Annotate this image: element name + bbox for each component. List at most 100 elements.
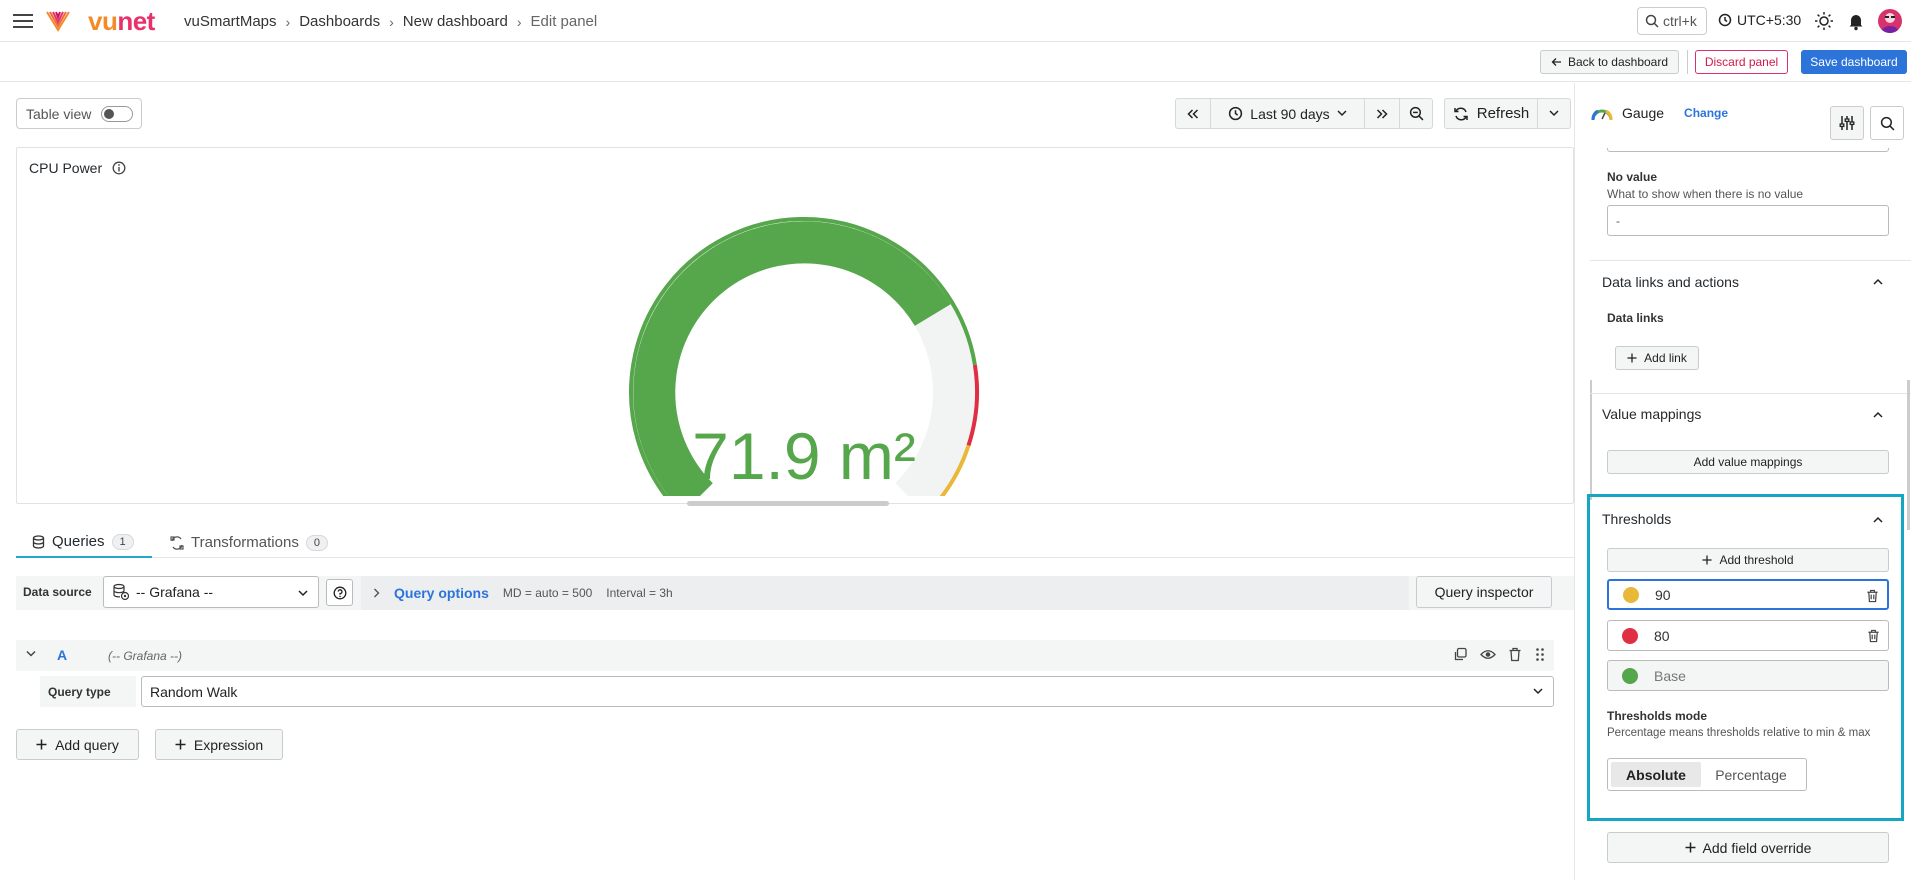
refresh-button[interactable]: Refresh: [1445, 99, 1538, 128]
options-filter-button[interactable]: [1830, 106, 1864, 140]
add-expression-label: Expression: [193, 736, 264, 753]
transform-icon: [170, 535, 184, 550]
table-view-toggle[interactable]: Table view: [16, 98, 142, 129]
chevron-up-icon[interactable]: [1873, 278, 1883, 285]
gauge-chart: 71.9 m²: [629, 217, 979, 496]
thresholds-section-title[interactable]: Thresholds: [1602, 511, 1671, 527]
tab-queries[interactable]: Queries 1: [16, 527, 152, 558]
brand-logo-part: net: [117, 6, 155, 36]
add-expression-button[interactable]: Expression: [155, 729, 283, 760]
zoom-out-button[interactable]: [1400, 99, 1432, 128]
query-options-toggle[interactable]: Query options MD = auto = 500 Interval =…: [361, 576, 1409, 610]
threshold-row-base: Base: [1607, 660, 1889, 691]
options-pane-scrollbar-left[interactable]: [1590, 380, 1592, 500]
trash-icon[interactable]: [1866, 589, 1879, 603]
query-options-interval: Interval = 3h: [606, 586, 673, 600]
query-name[interactable]: A: [57, 647, 67, 663]
chevron-right-icon: ›: [389, 13, 394, 30]
divider: [1590, 260, 1911, 261]
query-type-select[interactable]: Random Walk: [141, 676, 1554, 707]
search-icon: [1880, 116, 1894, 130]
refresh-group: Refresh: [1444, 98, 1571, 129]
no-value-description: What to show when there is no value: [1607, 187, 1804, 201]
tab-transformations[interactable]: Transformations 0: [170, 527, 328, 558]
double-chevron-right-icon: [1376, 108, 1388, 119]
threshold-value[interactable]: 90: [1655, 587, 1671, 603]
double-chevron-left-icon: [1187, 108, 1199, 119]
save-dashboard-button[interactable]: Save dashboard: [1801, 50, 1907, 74]
theme-toggle-sun-icon[interactable]: [1814, 11, 1834, 31]
discard-panel-button[interactable]: Discard panel: [1695, 50, 1788, 74]
divider: [1687, 50, 1688, 74]
no-value-input[interactable]: -: [1607, 205, 1889, 236]
add-value-mappings-button[interactable]: Add value mappings: [1607, 450, 1889, 474]
breadcrumb-item[interactable]: Dashboards: [299, 13, 380, 30]
eye-icon[interactable]: [1480, 647, 1496, 662]
menu-icon[interactable]: [12, 12, 34, 30]
question-circle-icon: [333, 586, 346, 599]
add-threshold-button[interactable]: Add threshold: [1607, 548, 1889, 572]
time-picker-group: Last 90 days: [1175, 98, 1433, 129]
thresholds-mode-percentage[interactable]: Percentage: [1701, 762, 1801, 787]
chevron-down-icon: [1533, 688, 1543, 695]
timezone-indicator[interactable]: UTC+5:30: [1718, 12, 1801, 28]
time-shift-back-button[interactable]: [1176, 99, 1211, 128]
search-shortcut: ctrl+k: [1663, 13, 1697, 29]
trash-icon[interactable]: [1508, 647, 1522, 662]
data-links-section-title[interactable]: Data links and actions: [1602, 274, 1739, 290]
breadcrumb: vuSmartMaps › Dashboards › New dashboard…: [184, 13, 597, 30]
time-range-picker[interactable]: Last 90 days: [1211, 99, 1365, 128]
trash-icon[interactable]: [1867, 629, 1880, 643]
table-view-switch[interactable]: [101, 105, 134, 122]
refresh-interval-dropdown[interactable]: [1538, 99, 1570, 128]
chevron-up-icon[interactable]: [1873, 411, 1883, 418]
previous-input-edge: [1607, 148, 1889, 152]
back-to-dashboard-button[interactable]: Back to dashboard: [1540, 50, 1679, 74]
vunet-logo-icon[interactable]: [44, 8, 72, 34]
query-options-title: Query options: [394, 585, 489, 601]
query-type-label: Query type: [40, 676, 136, 707]
datasource-select[interactable]: -- Grafana --: [103, 576, 319, 608]
threshold-value[interactable]: 80: [1654, 628, 1670, 644]
info-icon[interactable]: [112, 161, 126, 175]
thresholds-mode-absolute[interactable]: Absolute: [1611, 762, 1701, 787]
drag-handle-icon[interactable]: [1534, 647, 1546, 662]
add-field-override-button[interactable]: Add field override: [1607, 832, 1889, 863]
breadcrumb-item[interactable]: New dashboard: [403, 13, 508, 30]
query-inspector-button[interactable]: Query inspector: [1416, 576, 1552, 608]
change-visualization-link[interactable]: Change: [1684, 106, 1728, 120]
zoom-out-icon: [1409, 106, 1423, 121]
options-search-button[interactable]: [1870, 106, 1904, 140]
search-button[interactable]: ctrl+k: [1637, 7, 1707, 35]
collapse-chevron-icon[interactable]: [26, 650, 36, 658]
add-query-button[interactable]: Add query: [16, 729, 139, 760]
bell-icon[interactable]: [1846, 11, 1866, 31]
chevron-up-icon[interactable]: [1873, 516, 1883, 523]
arrow-left-icon: [1551, 58, 1561, 66]
thresholds-mode-radio: Absolute Percentage: [1607, 758, 1807, 791]
threshold-row-80[interactable]: 80: [1607, 620, 1889, 651]
panel-resize-handle[interactable]: [687, 501, 889, 506]
avatar[interactable]: [1878, 9, 1902, 33]
value-mappings-section-title[interactable]: Value mappings: [1602, 406, 1701, 422]
threshold-row-90[interactable]: 90: [1607, 579, 1889, 610]
breadcrumb-item[interactable]: vuSmartMaps: [184, 13, 277, 30]
chevron-down-icon: [298, 590, 308, 597]
time-shift-forward-button[interactable]: [1365, 99, 1400, 128]
datasource-help-button[interactable]: [326, 579, 353, 606]
plus-icon: [175, 739, 186, 750]
plus-icon: [36, 739, 47, 750]
refresh-label: Refresh: [1476, 105, 1530, 122]
thresholds-mode-description: Percentage means thresholds relative to …: [1607, 727, 1871, 739]
threshold-color-swatch[interactable]: [1622, 627, 1638, 644]
tab-queries-count: 1: [111, 533, 134, 550]
options-pane-scrollbar[interactable]: [1907, 380, 1910, 530]
brand-logo[interactable]: vunet: [88, 6, 155, 36]
add-link-button[interactable]: Add link: [1615, 346, 1699, 370]
threshold-color-swatch[interactable]: [1623, 586, 1639, 603]
duplicate-icon[interactable]: [1453, 647, 1468, 662]
divider: [1590, 393, 1911, 394]
query-tabs: Queries 1 Transformations 0: [16, 527, 1574, 558]
plus-icon: [1702, 555, 1713, 565]
threshold-color-swatch[interactable]: [1622, 667, 1638, 684]
